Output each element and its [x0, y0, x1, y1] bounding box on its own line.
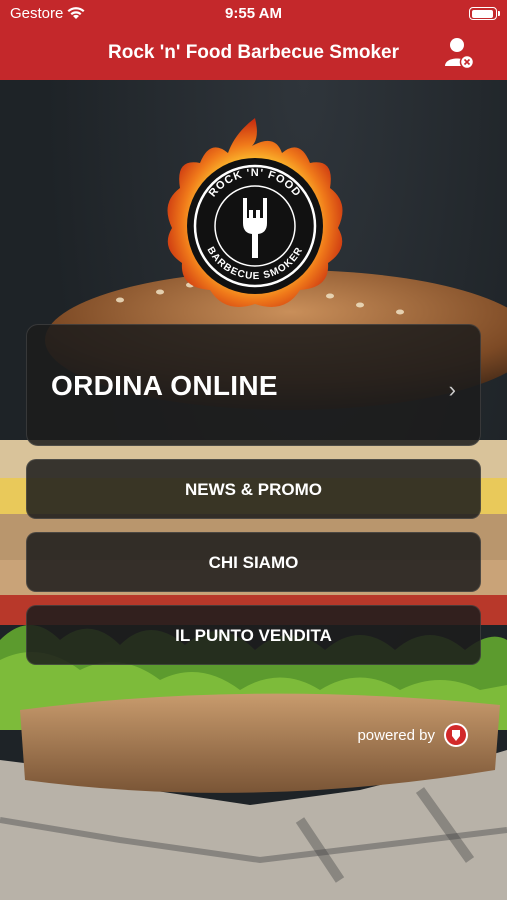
news-promo-label: NEWS & PROMO: [185, 480, 322, 499]
order-online-label: ORDINA ONLINE: [51, 370, 278, 401]
store-button[interactable]: IL PUNTO VENDITA: [26, 605, 481, 665]
clock: 9:55 AM: [225, 5, 282, 22]
page-title: Rock 'n' Food Barbecue Smoker: [108, 42, 399, 63]
about-us-label: CHI SIAMO: [208, 553, 299, 572]
nav-bar: Rock 'n' Food Barbecue Smoker: [0, 26, 507, 80]
provider-logo-icon: [444, 723, 468, 747]
powered-by[interactable]: powered by: [357, 722, 469, 748]
status-bar: Gestore 9:55 AM: [0, 0, 507, 26]
about-us-button[interactable]: CHI SIAMO: [26, 532, 481, 592]
battery-icon: [469, 7, 500, 20]
user-logout-icon[interactable]: [443, 36, 475, 70]
order-online-button[interactable]: ORDINA ONLINE ›: [26, 324, 481, 446]
restaurant-logo: ROCK 'N' FOOD BARBECUE SMOKER: [167, 118, 343, 307]
powered-by-label: powered by: [357, 726, 435, 744]
store-label: IL PUNTO VENDITA: [175, 626, 332, 645]
chevron-right-icon: ›: [448, 377, 456, 402]
background-image: ROCK 'N' FOOD BARBECUE SMOKER ORDINA ONL…: [0, 80, 507, 900]
news-promo-button[interactable]: NEWS & PROMO: [26, 459, 481, 519]
